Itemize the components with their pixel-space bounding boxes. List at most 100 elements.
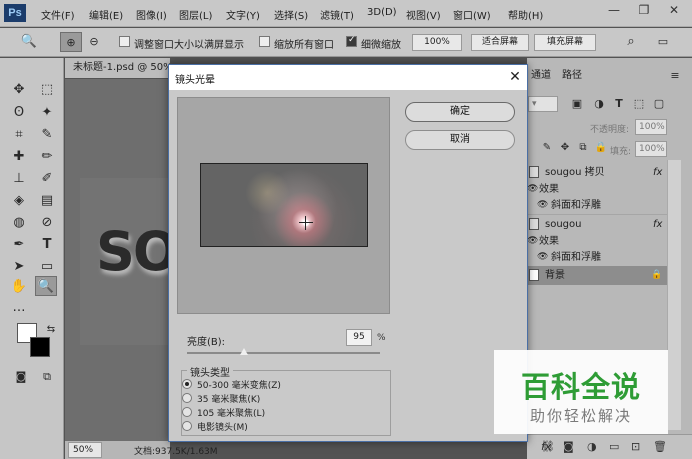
filter-shape-icon[interactable]: ⬚	[628, 94, 650, 114]
eyedropper-icon[interactable]: ✎	[36, 125, 58, 145]
brush-tool-icon[interactable]: ✏	[36, 147, 58, 167]
lens-radio-105mm[interactable]	[182, 407, 192, 417]
marquee-tool-icon[interactable]: ⬚	[36, 80, 58, 100]
hand-tool-icon[interactable]: ✋	[8, 277, 30, 297]
lens-radio-35mm[interactable]	[182, 393, 192, 403]
visibility-eye-icon[interactable]: 👁	[527, 181, 538, 198]
layer-kind-select[interactable]: ▾	[528, 96, 558, 112]
dodge-tool-icon[interactable]: ⊘	[36, 213, 58, 233]
zoom-all-windows-checkbox[interactable]	[259, 36, 270, 47]
visibility-eye-icon[interactable]: 👁	[537, 197, 548, 214]
layer-effect-bevel-row[interactable]: 👁 斜面和浮雕	[527, 249, 667, 266]
lens-radio-zoom[interactable]	[182, 379, 192, 389]
swap-colors-icon[interactable]: ⇆	[40, 320, 62, 340]
zoom-in-icon[interactable]: ⊕	[60, 32, 82, 52]
visibility-eye-icon[interactable]: 👁	[537, 249, 548, 266]
visibility-eye-icon[interactable]: 👁	[527, 233, 538, 250]
brightness-slider-thumb[interactable]	[240, 348, 248, 355]
lens-radio-movie[interactable]	[182, 421, 192, 431]
layer-row-background[interactable]: 背景 🔒	[527, 266, 667, 285]
resize-windows-checkbox[interactable]	[119, 36, 130, 47]
menu-layer[interactable]: 图层(L)	[179, 7, 212, 22]
menu-help[interactable]: 帮助(H)	[508, 7, 543, 22]
restore-button[interactable]: ❐	[630, 0, 658, 20]
layers-scrollbar[interactable]	[667, 160, 681, 430]
menu-3d[interactable]: 3D(D)	[367, 7, 397, 18]
screen-mode-icon[interactable]: ⧉	[36, 367, 58, 387]
add-mask-icon[interactable]: ◙	[563, 440, 574, 453]
more-tools-icon[interactable]: …	[8, 298, 30, 318]
menu-edit[interactable]: 编辑(E)	[89, 7, 123, 22]
brightness-slider-track[interactable]	[187, 352, 380, 354]
menu-type[interactable]: 文字(Y)	[226, 7, 260, 22]
close-window-button[interactable]: ✕	[660, 0, 688, 20]
eraser-icon[interactable]: ◈	[8, 191, 30, 211]
lock-all-icon[interactable]: 🔒	[590, 138, 612, 158]
brightness-input[interactable]: 95	[346, 329, 372, 346]
menu-view[interactable]: 视图(V)	[406, 7, 441, 22]
filter-image-icon[interactable]: ▣	[566, 94, 588, 114]
fx-icon[interactable]: fx	[653, 215, 662, 235]
healing-brush-icon[interactable]: ✚	[8, 147, 30, 167]
filter-smart-icon[interactable]: ▢	[648, 94, 670, 114]
fill-field[interactable]: 100%	[635, 141, 667, 157]
quick-mask-icon[interactable]: ◙	[10, 367, 32, 387]
opacity-field[interactable]: 100%	[635, 119, 667, 135]
menu-select[interactable]: 选择(S)	[274, 7, 308, 22]
zoom-out-icon[interactable]: ⊖	[83, 32, 105, 52]
cancel-button[interactable]: 取消	[405, 130, 515, 150]
filter-type-icon[interactable]: T	[608, 94, 630, 114]
delete-layer-icon[interactable]: 🗑	[653, 440, 667, 453]
ok-button[interactable]: 确定	[405, 102, 515, 122]
search-icon[interactable]: ⌕	[620, 32, 642, 52]
layer-row-sougou[interactable]: sougou fx	[527, 214, 667, 234]
add-style-icon[interactable]: fx	[541, 440, 551, 453]
clone-stamp-icon[interactable]: ⊥	[8, 169, 30, 189]
menu-filter[interactable]: 滤镜(T)	[320, 7, 354, 22]
blur-tool-icon[interactable]: ◍	[8, 213, 30, 233]
minimize-button[interactable]: —	[600, 0, 628, 20]
layer-effects-row[interactable]: 👁 效果	[527, 181, 667, 198]
document-tab[interactable]: 未标题-1.psd @ 50% (背景	[65, 58, 170, 78]
fit-screen-button[interactable]: 适合屏幕	[471, 34, 529, 51]
fill-screen-button[interactable]: 填充屏幕	[534, 34, 596, 51]
new-group-icon[interactable]: ▭	[609, 440, 619, 453]
background-color-swatch[interactable]	[30, 337, 50, 357]
zoom-tool-preset-icon[interactable]: 🔍	[18, 32, 40, 52]
zoom-tool-icon[interactable]: 🔍	[35, 276, 57, 296]
fx-icon[interactable]: fx	[653, 163, 662, 183]
magic-wand-icon[interactable]: ✦	[36, 103, 58, 123]
move-tool-icon[interactable]: ✥	[8, 80, 30, 100]
menu-file[interactable]: 文件(F)	[41, 7, 75, 22]
lens-option-label[interactable]: 50-300 毫米变焦(Z)	[197, 378, 281, 391]
layer-effect-bevel-row[interactable]: 👁 斜面和浮雕	[527, 197, 667, 214]
lens-option-label[interactable]: 电影镜头(M)	[197, 420, 248, 433]
tab-paths[interactable]: 路径	[562, 66, 582, 86]
lens-option-label[interactable]: 105 毫米聚焦(L)	[197, 406, 265, 419]
rectangle-tool-icon[interactable]: ▭	[36, 257, 58, 277]
layer-effects-row[interactable]: 👁 效果	[527, 233, 667, 250]
flare-center-point[interactable]	[303, 220, 309, 226]
scrubby-zoom-checkbox[interactable]	[346, 35, 357, 47]
pen-tool-icon[interactable]: ✒	[8, 235, 30, 255]
path-select-icon[interactable]: ➤	[8, 257, 30, 277]
menu-window[interactable]: 窗口(W)	[453, 7, 491, 22]
lens-option-label[interactable]: 35 毫米聚焦(K)	[197, 392, 260, 405]
menu-image[interactable]: 图像(I)	[136, 7, 167, 22]
layer-row-sougou-copy[interactable]: sougou 拷贝 fx	[527, 163, 667, 183]
lasso-tool-icon[interactable]: ʘ	[8, 103, 30, 123]
flare-preview-image[interactable]	[200, 163, 368, 247]
zoom-level-field[interactable]: 50%	[68, 442, 102, 458]
zoom-percent-button[interactable]: 100%	[412, 34, 462, 51]
crop-tool-icon[interactable]: ⌗	[8, 125, 30, 145]
panel-menu-icon[interactable]: ≡	[664, 66, 686, 86]
tab-channels[interactable]: 通道	[531, 66, 551, 86]
workspace-icon[interactable]: ▭	[652, 32, 674, 52]
type-tool-icon[interactable]: T	[36, 235, 58, 255]
filter-adjust-icon[interactable]: ◑	[588, 94, 610, 114]
gradient-tool-icon[interactable]: ▤	[36, 191, 58, 211]
new-layer-icon[interactable]: ⊡	[631, 440, 640, 453]
adjustment-layer-icon[interactable]: ◑	[587, 440, 597, 453]
history-brush-icon[interactable]: ✐	[36, 169, 58, 189]
dialog-close-icon[interactable]: ✕	[506, 68, 524, 86]
